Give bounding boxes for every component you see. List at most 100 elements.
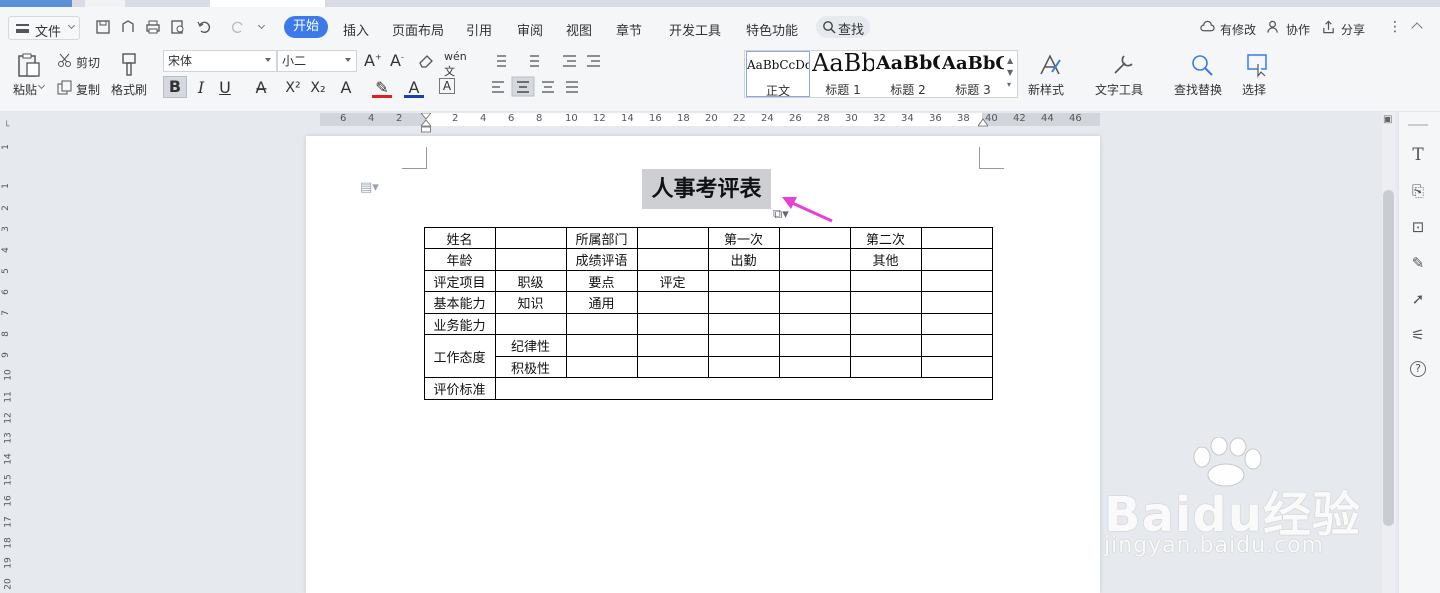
table-cell[interactable] [708, 356, 780, 378]
settings-sliders-icon[interactable]: ⚟ [1408, 325, 1428, 345]
new-style-button[interactable]: 新样式 [1028, 81, 1064, 98]
table-cell[interactable] [850, 291, 922, 314]
table-cell[interactable] [921, 356, 993, 378]
italic-button[interactable]: I [191, 78, 211, 98]
underline-button[interactable]: U [215, 78, 235, 98]
evaluation-table[interactable]: 姓名 所属部门 第一次 第二次 年龄 成绩评语 出勤 其他 评定项目 职级 要点 评定 基本能力 知识 通用… [424, 227, 993, 400]
text-style-icon[interactable]: T [1408, 145, 1428, 165]
document-properties-icon[interactable]: ⎘ [1408, 181, 1428, 201]
save-icon[interactable] [95, 19, 111, 35]
text-tools-button[interactable]: 文字工具 [1095, 81, 1143, 98]
table-cell[interactable] [495, 377, 993, 400]
font-color-icon[interactable]: A [404, 78, 424, 98]
share-button[interactable]: 分享 [1341, 21, 1365, 38]
table-cell[interactable] [495, 313, 567, 335]
tab-insert[interactable]: 插入 [343, 20, 369, 39]
text-effect-icon[interactable]: A [336, 78, 356, 98]
copy-button[interactable]: 复制 [76, 81, 100, 98]
more-quick-access-icon[interactable] [257, 21, 266, 30]
tab-chapter[interactable]: 章节 [616, 20, 642, 39]
table-cell[interactable] [779, 270, 851, 292]
document-check-icon[interactable]: ⊡ [1408, 217, 1428, 237]
window-tab[interactable] [0, 0, 72, 7]
table-cell[interactable] [637, 356, 709, 378]
document-title[interactable]: 人事考评表 [642, 169, 771, 209]
table-cell[interactable] [850, 356, 922, 378]
cursor-icon[interactable]: ➚ [1408, 289, 1428, 309]
superscript-icon[interactable]: X² [283, 78, 303, 98]
table-cell[interactable] [779, 227, 851, 249]
table-cell[interactable] [566, 313, 638, 335]
table-cell[interactable] [850, 313, 922, 335]
table-cell[interactable] [850, 270, 922, 292]
print-icon[interactable] [145, 19, 161, 35]
increase-font-icon[interactable]: A+ [364, 51, 382, 70]
table-cell[interactable] [637, 291, 709, 314]
table-cell[interactable] [921, 248, 993, 271]
style-heading-1[interactable]: AaBb 标题 1 [812, 49, 874, 97]
table-cell[interactable] [637, 248, 709, 271]
tab-home[interactable]: 开始 [284, 16, 328, 38]
subscript-icon[interactable]: X₂ [308, 78, 328, 98]
tab-special-features[interactable]: 特色功能 [746, 20, 798, 39]
highlight-color-icon[interactable]: ✎ [372, 78, 392, 98]
pen-icon[interactable]: ✎ [1408, 253, 1428, 273]
table-cell[interactable] [921, 227, 993, 249]
select-button[interactable]: 选择 [1242, 81, 1266, 98]
find-replace-button[interactable]: 查找替换 [1174, 81, 1222, 98]
tab-page-layout[interactable]: 页面布局 [392, 20, 444, 39]
tab-view[interactable]: 视图 [566, 20, 592, 39]
tab-review[interactable]: 审阅 [517, 20, 543, 39]
strikethrough-icon[interactable]: A̶ [251, 78, 271, 98]
table-cell[interactable] [850, 334, 922, 357]
table-cell[interactable] [708, 291, 780, 314]
collaborate-button[interactable]: 协作 [1286, 21, 1310, 38]
print-preview-icon[interactable] [170, 19, 186, 35]
help-icon[interactable]: ? [1410, 361, 1426, 377]
char-border-icon[interactable]: A [439, 78, 455, 94]
table-cell[interactable] [779, 313, 851, 335]
more-options-icon[interactable]: ⋮ [1388, 19, 1402, 35]
table-cell[interactable] [495, 227, 567, 249]
style-normal[interactable]: AaBbCcDd 正文 [746, 51, 810, 98]
table-cell[interactable] [779, 356, 851, 378]
style-heading-2[interactable]: AaBbC 标题 2 [876, 51, 940, 97]
font-name-select[interactable]: 宋体 [163, 50, 277, 72]
table-cell[interactable] [637, 334, 709, 357]
paragraph-layout-icon[interactable]: ▤▾ [360, 180, 379, 195]
clear-format-icon[interactable] [417, 53, 435, 69]
collapse-ribbon-icon[interactable] [1411, 22, 1423, 34]
right-indent-marker-icon[interactable] [977, 116, 989, 127]
bold-button[interactable]: B [163, 76, 187, 98]
redo-icon[interactable] [230, 19, 246, 35]
table-cell[interactable] [495, 248, 567, 271]
indent-marker-icon[interactable] [420, 112, 432, 133]
table-cell[interactable] [921, 313, 993, 335]
table-cell[interactable] [566, 356, 638, 378]
table-cell[interactable] [566, 334, 638, 357]
table-cell[interactable] [708, 334, 780, 357]
tab-developer[interactable]: 开发工具 [669, 20, 721, 39]
ruler-toggle-icon[interactable]: ▣ [1383, 114, 1392, 125]
table-cell[interactable] [637, 227, 709, 249]
style-heading-3[interactable]: AaBbC 标题 3 [942, 51, 1004, 97]
table-cell[interactable] [708, 313, 780, 335]
window-tab-active[interactable] [210, 0, 325, 7]
cut-button[interactable]: 剪切 [76, 54, 100, 71]
paste-icon[interactable] [16, 52, 42, 78]
format-painter-button[interactable]: 格式刷 [111, 81, 147, 98]
search-box[interactable]: 查找 [816, 16, 870, 38]
tab-references[interactable]: 引用 [466, 20, 492, 39]
font-size-select[interactable]: 小二 [277, 50, 357, 72]
window-tab[interactable] [85, 0, 125, 7]
table-cell[interactable] [779, 334, 851, 357]
paste-button[interactable]: 粘贴 [13, 81, 37, 98]
pinyin-guide-icon[interactable]: wén 文 [444, 50, 467, 79]
table-cell[interactable] [708, 270, 780, 292]
export-icon[interactable] [120, 19, 136, 35]
file-menu-button[interactable]: 文件 [8, 16, 80, 40]
gallery-scroll-icon[interactable]: ▲ ▼ ▾ [1007, 55, 1013, 91]
decrease-font-icon[interactable]: A- [390, 51, 404, 70]
table-cell[interactable] [921, 334, 993, 357]
table-cell[interactable] [779, 291, 851, 314]
